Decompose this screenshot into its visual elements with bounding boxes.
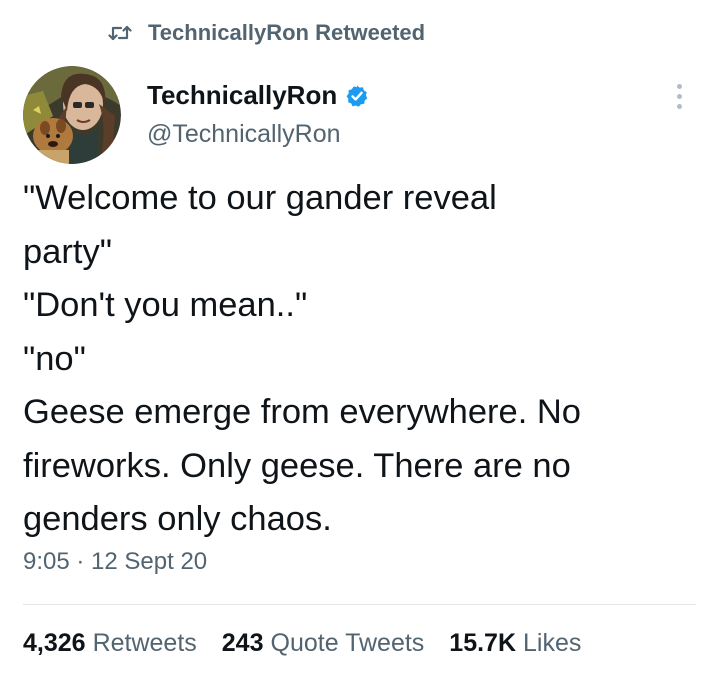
tweet-text-line: Geese emerge from everywhere. No	[23, 393, 581, 431]
author-handle[interactable]: @TechnicallyRon	[147, 120, 369, 149]
likes-label: Likes	[523, 629, 582, 657]
engagement-stats: 4,326 Retweets 243 Quote Tweets 15.7K Likes	[23, 629, 606, 658]
tweet-detail: TechnicallyRon Retweeted TechnicallyRon …	[0, 0, 719, 682]
retweets-count: 4,326	[23, 629, 86, 657]
tweet-text-line: "Don't you mean.."	[23, 286, 308, 324]
divider	[23, 604, 696, 605]
retweets-label: Retweets	[92, 629, 197, 657]
tweet-text-line: "no"	[23, 339, 86, 378]
tweet-text-line: party"	[23, 232, 112, 271]
retweets-stat[interactable]: 4,326 Retweets	[23, 629, 197, 658]
quote-tweets-stat[interactable]: 243 Quote Tweets	[222, 629, 425, 658]
tweet-timestamp[interactable]: 9:05 · 12 Sept 20	[23, 548, 207, 576]
tweet-text-line: fireworks. Only geese. There are no	[23, 446, 571, 485]
likes-count: 15.7K	[449, 629, 517, 657]
retweet-context[interactable]: TechnicallyRon Retweeted	[108, 16, 425, 50]
retweet-context-label: TechnicallyRon Retweeted	[148, 20, 426, 45]
more-options-icon[interactable]	[664, 78, 694, 114]
verified-badge-icon	[346, 85, 368, 107]
quote-tweets-label: Quote Tweets	[270, 629, 425, 657]
avatar[interactable]	[23, 66, 121, 164]
author-block: TechnicallyRon @TechnicallyRon	[147, 76, 369, 149]
author-display-name[interactable]: TechnicallyRon	[147, 80, 337, 111]
likes-stat[interactable]: 15.7K Likes	[449, 629, 581, 658]
tweet-text-line: genders only chaos.	[23, 500, 332, 538]
tweet-text-line: "Welcome to our gander reveal	[23, 179, 497, 217]
tweet-text: "Welcome to our gander reveal party" "Do…	[23, 172, 703, 547]
quote-tweets-count: 243	[221, 629, 264, 657]
retweet-icon	[108, 25, 132, 41]
